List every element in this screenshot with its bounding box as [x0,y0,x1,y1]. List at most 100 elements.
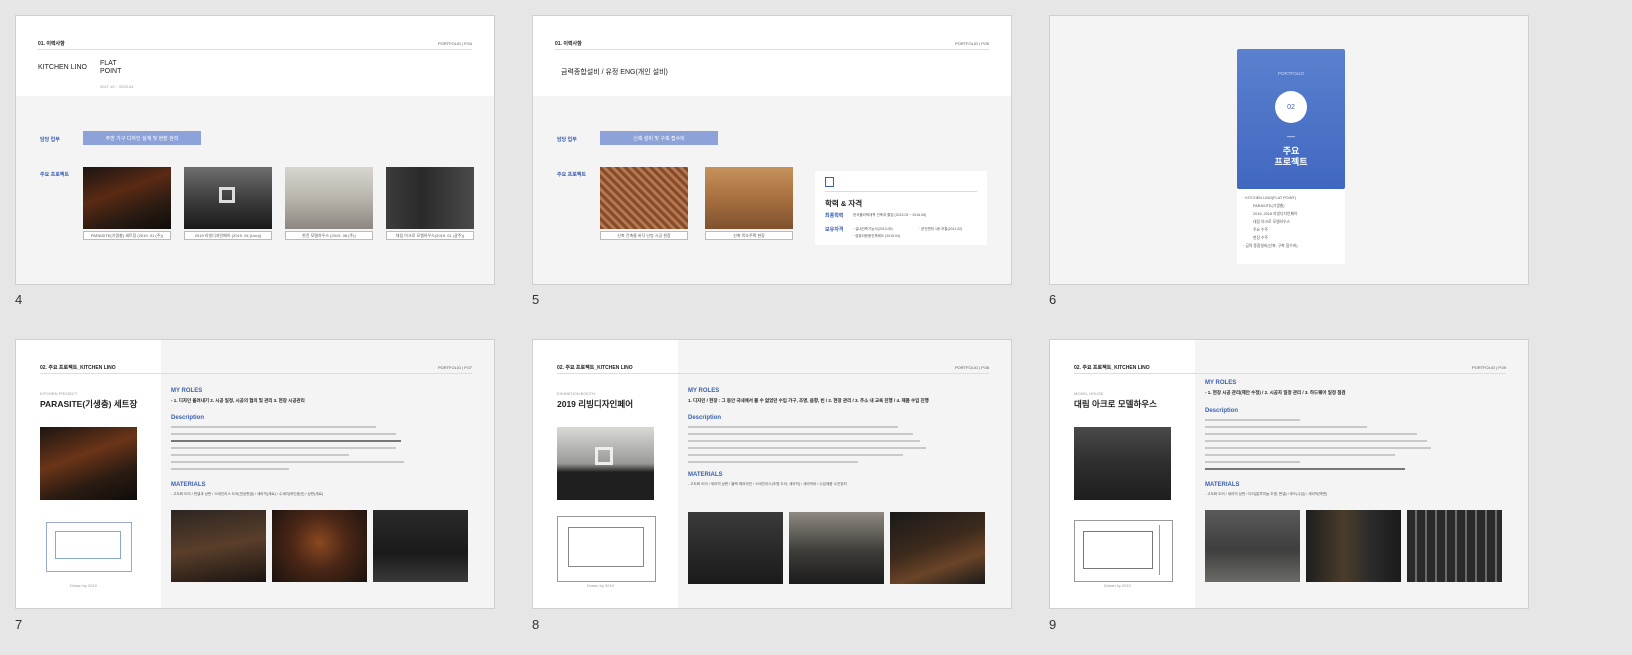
materials-heading: MATERIALS [171,482,206,488]
project-overline: MODEL HOUSE [1074,391,1104,396]
description-line [171,447,396,449]
slide-thumbnail-5[interactable]: 01. 이력사항 PORTFOLIO | P.05 금력종합설비 / 유정 EN… [532,15,1012,285]
slide-number: 5 [532,292,540,307]
page-label: PORTFOLIO | P.08 [954,365,989,370]
card-overline: PORTFOLIO [1278,71,1304,76]
project-photo [1306,510,1401,582]
breadcrumb: 02. 주요 프로젝트_KITCHEN LINO [1074,365,1150,371]
card-dash: — [1287,132,1295,141]
project-photo [789,512,884,584]
project-caption: 2019 리빙디자인페어 (2019. 04 (Lino)) [184,231,272,240]
page-label: PORTFOLIO | P.09 [1471,365,1506,370]
description-line [688,433,913,435]
floor-plan-drawing [1074,520,1173,582]
project-photo-parasite [83,167,171,229]
project-photo [171,510,266,582]
slide-number: 6 [1049,292,1057,307]
drawing-credit: Drawn by 2019 [70,583,97,588]
roles-text: 1. 디자인 / 현장 : 그 동안 국내에서 볼 수 없었던 수입 가구, 조… [688,398,929,403]
slide-thumbnail-7[interactable]: 02. 주요 프로젝트_KITCHEN LINO PORTFOLIO | P.0… [15,339,495,609]
company-name: KITCHEN LINO [38,64,88,71]
description-line [688,447,926,449]
description-heading: Description [688,415,722,421]
project-photo-hanjin [285,167,373,229]
duty-pill: 주방 가구 디자인 설계 및 현장 관리 [83,131,201,145]
project-caption: 대림 아크로 모델하우스(2019. 01 (광주)) [386,231,474,240]
floor-plan-drawing [46,522,132,572]
duty-pill: 신축 설비 및 구축 접수비 [600,131,718,145]
page-label: PORTFOLIO | P.05 [954,41,989,46]
description-line [688,440,920,442]
divider [40,373,472,374]
divider [557,373,989,374]
slide-number: 4 [15,292,23,307]
document-icon [825,177,834,187]
description-heading: Description [1205,408,1239,414]
materials-text: - 고도화 도어 / 세라믹 상판 / 블랙 헤어라인 / 스테인리스(조명 도… [688,482,847,486]
description-line [171,433,396,435]
description-line [1205,454,1395,456]
project-main-photo [40,427,137,500]
project-photo [890,512,985,584]
breadcrumb: 02. 주요 프로젝트_KITCHEN LINO [557,365,633,371]
project-photo-floor-heating [600,167,688,229]
section-title: 주요 프로젝트 [1274,146,1308,167]
duty-label: 담당 업무 [557,137,577,143]
slide-thumbnail-9[interactable]: 02. 주요 프로젝트_KITCHEN LINO PORTFOLIO | P.0… [1049,339,1529,609]
divider [38,49,472,50]
page-label: PORTFOLIO | P.04 [437,41,472,46]
section-list: · KITCHEN LINO(FLAT POINT) PARASITE(기생충)… [1243,196,1298,248]
education-label: 최종학력 [825,213,844,219]
description-line [1205,461,1300,463]
company-sub: FLAT POINT [100,60,122,75]
description-line [1205,447,1431,449]
section-card-header: PORTFOLIO 02 — 주요 프로젝트 [1237,49,1345,189]
project-label: 주요 프로젝트 [557,172,586,178]
description-line [1205,440,1427,442]
page-label: PORTFOLIO | P.07 [437,365,472,370]
slide-thumbnail-4[interactable]: 01. 이력사항 PORTFOLIO | P.04 KITCHEN LINO F… [15,15,495,285]
roles-text: - 1. 현장 시공 관리(제안 수정) / 2. 시공자 일정 관리 / 3.… [1205,390,1346,395]
project-caption: 한진 모델하우스 (2019. 08 (주)) [285,231,373,240]
slide-thumbnail-6[interactable]: PORTFOLIO 02 — 주요 프로젝트 · KITCHEN LINO(FLA… [1049,15,1529,285]
description-line [1205,426,1367,428]
project-photo [688,512,783,584]
project-title: 대림 아크로 모델하우스 [1074,399,1157,409]
description-line [171,454,349,456]
description-heading: Description [171,415,205,421]
project-photo [272,510,367,582]
license-text: · 운전면허 1종 보통(2011.02) [919,227,963,231]
roles-text: - 1. 디자인 올려내기 2. 시공 일정, 시공의 협의 및 관리 3. 현… [171,398,305,403]
project-overline: KITCHEN PROJECT [40,391,78,396]
company-name: 금력종합설비 / 유정 ENG(개인 설비) [561,69,668,76]
breadcrumb: 01. 이력사항 [38,41,65,47]
description-line [688,454,903,456]
materials-text: - 고도화 도어 / 판넬과 상판 / 스테인리스 도어(연상판넬) / 세라믹… [171,492,324,496]
slide-number: 8 [532,617,540,632]
roles-heading: MY ROLES [688,388,720,394]
divider [555,49,989,50]
description-line [1205,419,1300,421]
project-title: PARASITE(기생충) 세트장 [40,399,138,409]
breadcrumb: 01. 이력사항 [555,41,582,47]
description-line [688,426,898,428]
description-line [1205,433,1417,435]
license-text: · 실내건축기능사(2013.05) [853,227,893,231]
breadcrumb: 02. 주요 프로젝트_KITCHEN LINO [40,365,116,371]
project-photo [1205,510,1300,582]
project-caption: PARASITE(기생충) 세트장 (2019. 01 (주)) [83,231,171,240]
materials-heading: MATERIALS [688,472,723,478]
license-label: 보유자격 [825,227,844,233]
license-text: · 컴퓨터응용건축제도 (2015.04) [853,234,901,238]
education-title: 학력 & 자격 [825,199,863,208]
project-label: 주요 프로젝트 [40,172,69,178]
project-main-photo [557,427,654,500]
slide-thumbnail-8[interactable]: 02. 주요 프로젝트_KITCHEN LINO PORTFOLIO | P.0… [532,339,1012,609]
materials-text: - 고도화 도어 / 세라믹 상판 / 다리(알루미늄 조명, 판넬) / 후드… [1205,492,1328,496]
project-overline: EXHIBITION BOOTH [557,391,596,396]
materials-heading: MATERIALS [1205,482,1240,488]
slide-header [533,16,1011,96]
description-line [171,468,289,470]
floor-plan-drawing [557,516,656,582]
drawing-credit: Drawn by 2019 [1104,583,1131,588]
